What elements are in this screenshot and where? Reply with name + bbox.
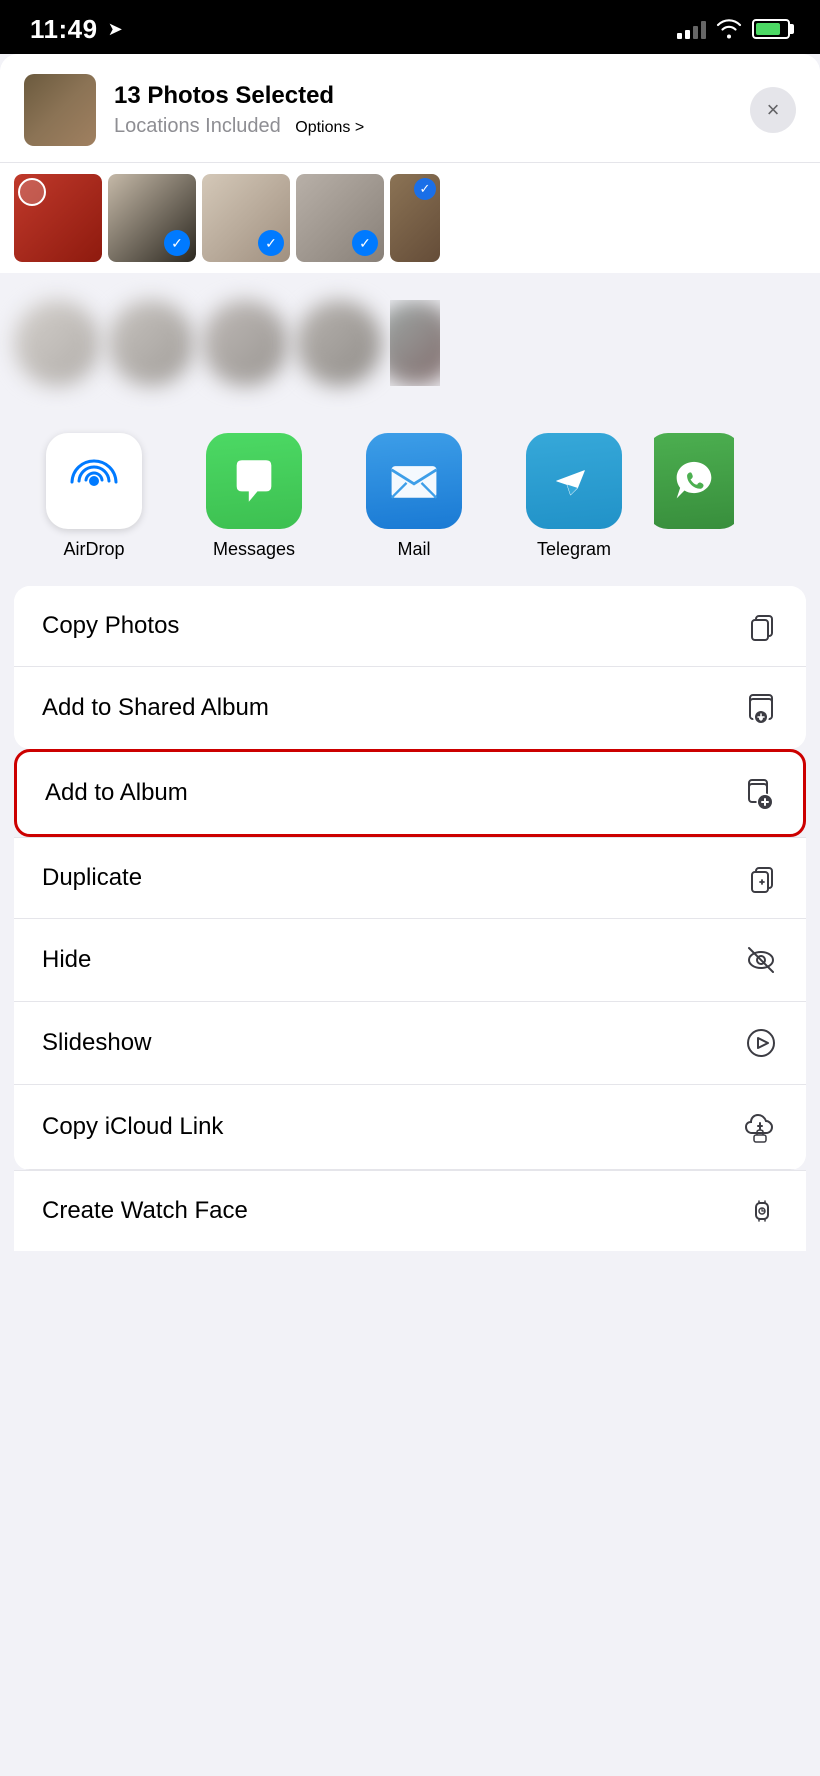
wifi-icon [716,19,742,39]
action-slideshow[interactable]: Slideshow [14,1002,806,1085]
action-add-shared-album[interactable]: Add to Shared Album ● [14,667,806,749]
slideshow-icon [744,1026,778,1060]
action-duplicate[interactable]: Duplicate [14,837,806,919]
app-icon-mail[interactable]: Mail [334,433,494,560]
contact-avatar-3 [202,300,288,386]
contacts-strip [0,273,820,413]
actions-list: Copy Photos Add to Shared Album ● [14,586,806,749]
airdrop-label: AirDrop [63,539,124,560]
share-subtitle: Locations Included [114,115,281,137]
action-add-album[interactable]: Add to Album [17,752,803,834]
whatsapp-svg [668,455,720,507]
mail-label: Mail [397,539,430,560]
add-album-icon [741,776,775,810]
mail-icon [366,433,462,529]
contact-avatar-5 [390,300,440,386]
action-group-3: Create Watch Face [14,1170,806,1251]
add-shared-album-label: Add to Shared Album [42,694,269,722]
copy-icloud-label: Copy iCloud Link [42,1113,223,1141]
add-to-album-highlighted: Add to Album [14,749,806,837]
action-group-2: Duplicate Hide Slideshow Copy iClou [14,837,806,1170]
share-header: 13 Photos Selected Locations Included Op… [0,54,820,163]
messages-label: Messages [213,539,295,560]
action-copy-photos[interactable]: Copy Photos [14,586,806,667]
app-icon-whatsapp[interactable] [654,433,734,560]
create-watch-label: Create Watch Face [42,1197,248,1225]
battery-icon [752,19,790,39]
icloud-icon [742,1109,778,1145]
contact-1[interactable] [14,300,100,386]
photo-strip: ✓ ✓ ✓ ✓ [0,163,820,273]
status-icons [677,19,790,39]
contact-avatar-1 [14,300,100,386]
signal-bars [677,19,706,39]
messages-icon [206,433,302,529]
status-bar: 11:49 ➤ [0,0,820,54]
hide-label: Hide [42,946,91,974]
contact-2[interactable] [108,300,194,386]
contact-3[interactable] [202,300,288,386]
add-album-label: Add to Album [45,779,188,807]
location-icon: ➤ [108,19,123,40]
photo-thumb-3[interactable]: ✓ [202,174,290,262]
action-copy-icloud[interactable]: Copy iCloud Link [14,1085,806,1170]
slideshow-label: Slideshow [42,1029,151,1057]
action-hide[interactable]: Hide [14,919,806,1002]
share-title: 13 Photos Selected [114,82,364,111]
app-icon-telegram[interactable]: Telegram [494,433,654,560]
airdrop-icon [46,433,142,529]
duplicate-label: Duplicate [42,864,142,892]
whatsapp-icon [654,433,734,529]
contact-avatar-4 [296,300,382,386]
action-group-2-inner: Duplicate Hide Slideshow Copy iClou [14,837,806,1170]
action-create-watch-face[interactable]: Create Watch Face [14,1170,806,1251]
photo-check-2: ✓ [164,230,190,256]
messages-svg [228,455,280,507]
action-group-3-inner: Create Watch Face [14,1170,806,1251]
photo-thumb-2[interactable]: ✓ [108,174,196,262]
telegram-icon [526,433,622,529]
copy-photos-icon [746,610,778,642]
close-button[interactable]: × [750,87,796,133]
photo-thumb-4[interactable]: ✓ [296,174,384,262]
app-icon-airdrop[interactable]: AirDrop [14,433,174,560]
photo-check-4: ✓ [352,230,378,256]
photo-check-3: ✓ [258,230,284,256]
contact-4[interactable] [296,300,382,386]
add-shared-album-icon: ● [744,691,778,725]
duplicate-icon [746,862,778,894]
hide-icon [744,943,778,977]
telegram-label: Telegram [537,539,611,560]
copy-photos-label: Copy Photos [42,612,179,640]
mail-svg [386,453,442,509]
app-icon-messages[interactable]: Messages [174,433,334,560]
app-icons-row: AirDrop Messages Mail [0,413,820,570]
airdrop-svg [64,451,124,511]
action-group-1: Copy Photos Add to Shared Album ● [14,586,806,749]
photo-thumb-1[interactable] [14,174,102,262]
contact-avatar-2 [108,300,194,386]
contact-5[interactable] [390,300,440,386]
watch-icon [746,1195,778,1227]
options-link[interactable]: Options > [295,119,364,136]
status-time: 11:49 [30,14,98,45]
share-thumbnail [24,74,96,146]
photo-thumb-5[interactable]: ✓ [390,174,440,262]
telegram-svg [548,455,600,507]
